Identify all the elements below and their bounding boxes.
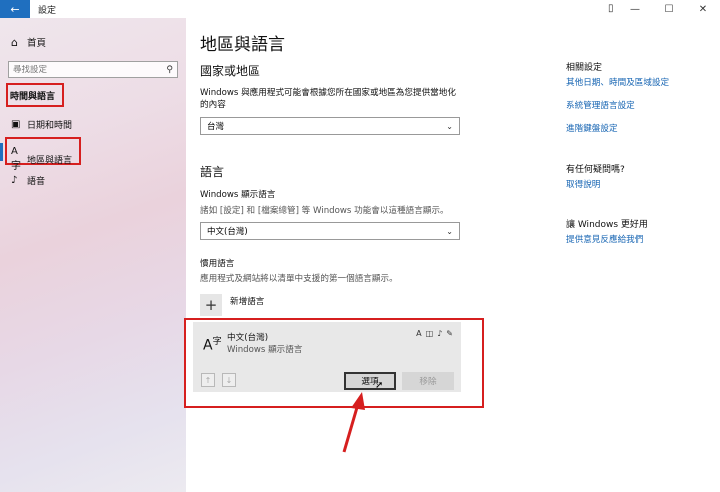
add-language-label: 新增語言 (230, 297, 265, 307)
search-input[interactable] (13, 64, 167, 75)
display-language-selected: 中文(台灣) (207, 227, 248, 237)
chevron-down-icon: ⌄ (446, 226, 453, 236)
app-title: 設定 (38, 5, 57, 16)
sidebar-item-label: 語音 (27, 177, 46, 187)
window-controls: — ☐ ✕ (618, 0, 720, 18)
preferred-languages-desc: 應用程式及網站將以清單中支援的第一個語言顯示。 (200, 274, 398, 284)
back-arrow-icon: ← (10, 2, 20, 16)
country-dropdown[interactable]: 台灣 ⌄ (200, 117, 460, 135)
country-description: Windows 與應用程式可能會根據您所在國家或地區為您提供當地化的內容 (200, 88, 456, 110)
country-selected: 台灣 (207, 122, 225, 132)
related-settings-heading: 相關設定 (566, 63, 603, 73)
sidebar-item-region-language[interactable]: A字 地區與語言 (11, 146, 72, 172)
display-language-desc: 諸如 [設定] 和 [檔案總管] 等 Windows 功能會以這種語言顯示。 (200, 206, 449, 216)
sidebar: ⌂ 首頁 ⚲ 時間與語言 ▣ 日期和時間 A字 地區與語言 ♪ 語音 (0, 18, 186, 492)
title-bar: ← 設定 ▯ — ☐ ✕ (0, 0, 720, 18)
close-button[interactable]: ✕ (686, 0, 720, 18)
link-advanced-keyboard-settings[interactable]: 進階鍵盤設定 (566, 122, 618, 134)
search-box[interactable]: ⚲ (8, 61, 178, 78)
language-heading: 語言 (200, 165, 225, 179)
chevron-down-icon: ⌄ (446, 121, 453, 131)
display-language-label: Windows 顯示語言 (200, 190, 276, 200)
country-heading: 國家或地區 (200, 64, 261, 78)
restore-icon[interactable]: ▯ (608, 3, 614, 14)
sidebar-item-label: 日期和時間 (27, 121, 73, 131)
maximize-button[interactable]: ☐ (652, 0, 686, 18)
preferred-languages-label: 慣用語言 (200, 259, 235, 269)
display-language-dropdown[interactable]: 中文(台灣) ⌄ (200, 222, 460, 240)
language-icon: A字 (11, 146, 21, 172)
link-additional-date-time-region[interactable]: 其他日期、時間及區域設定 (566, 76, 669, 88)
page-title: 地區與語言 (200, 35, 285, 55)
microphone-icon: ♪ (11, 175, 18, 186)
add-language-button[interactable]: + 新增語言 (200, 294, 264, 316)
sidebar-item-home[interactable]: ⌂ 首頁 (11, 35, 47, 50)
sidebar-item-label: 地區與語言 (27, 155, 73, 166)
back-button[interactable]: ← (0, 0, 30, 18)
calendar-clock-icon: ▣ (11, 119, 21, 130)
improve-heading: 讓 Windows 更好用 (566, 220, 648, 230)
sidebar-item-date-time[interactable]: ▣ 日期和時間 (11, 118, 72, 131)
help-heading: 有任何疑問嗎? (566, 165, 625, 175)
sidebar-item-label: 首頁 (27, 38, 47, 49)
sidebar-group-title: 時間與語言 (6, 83, 64, 107)
minimize-button[interactable]: — (618, 0, 652, 18)
search-icon[interactable]: ⚲ (166, 65, 173, 75)
active-indicator (0, 143, 3, 161)
sidebar-item-speech[interactable]: ♪ 語音 (11, 174, 45, 187)
red-arrow-icon (342, 392, 365, 453)
home-icon: ⌂ (11, 35, 18, 49)
link-give-feedback[interactable]: 提供意見反應給我們 (566, 233, 643, 245)
plus-icon: + (200, 294, 222, 316)
link-get-help[interactable]: 取得說明 (566, 178, 600, 190)
link-admin-language-settings[interactable]: 系統管理語言設定 (566, 99, 635, 111)
